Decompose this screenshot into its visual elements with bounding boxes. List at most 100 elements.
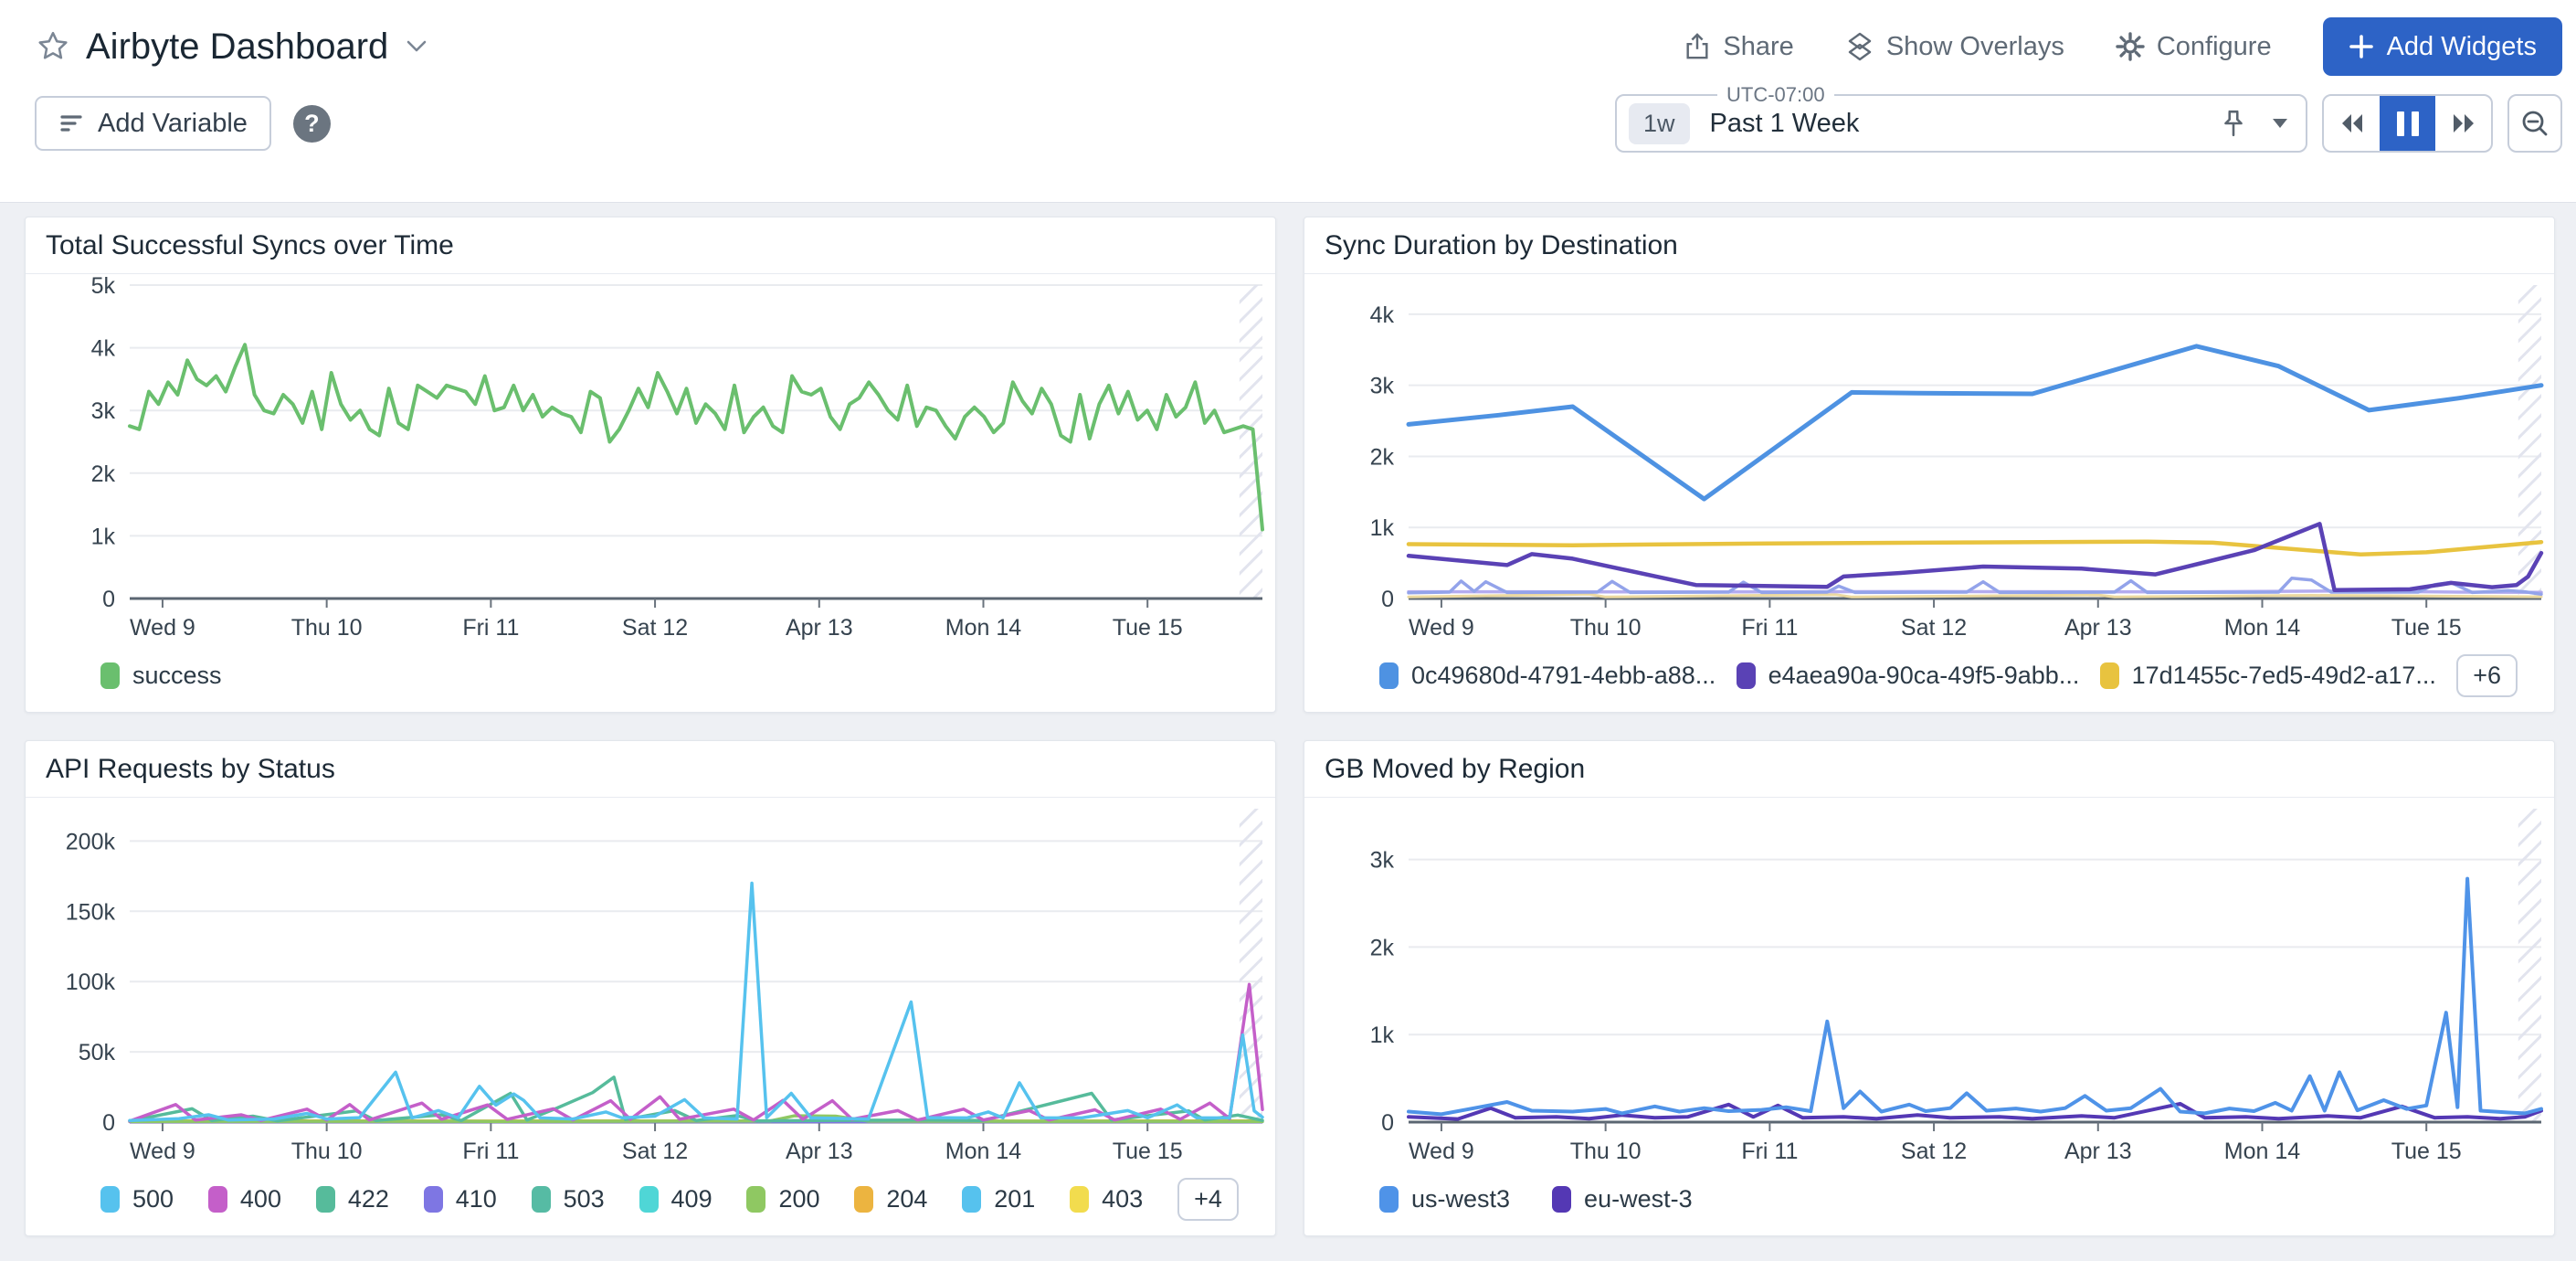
toolbar-row: Add Variable ? UTC-07:00 1w Past 1 Week xyxy=(14,93,2562,154)
legend-item[interactable]: 204 xyxy=(854,1185,927,1213)
chart-legend: 500 400 422 410 503 409 200 204 201 403 +4 xyxy=(26,1168,1275,1235)
svg-text:Mon 14: Mon 14 xyxy=(945,615,1021,641)
time-forward-button[interactable] xyxy=(2435,96,2491,151)
title-row: Airbyte Dashboard Share Show Overlays xyxy=(14,15,2562,79)
legend-item[interactable]: 400 xyxy=(208,1185,281,1213)
svg-text:4k: 4k xyxy=(1370,302,1395,328)
svg-text:200k: 200k xyxy=(66,829,116,854)
svg-text:Wed 9: Wed 9 xyxy=(130,1139,195,1164)
legend-swatch-icon xyxy=(854,1186,873,1213)
chart-canvas: 01k2k3k4kWed 9Thu 10Fri 11Sat 12Apr 13Mo… xyxy=(1304,274,2554,644)
legend-swatch-icon xyxy=(639,1186,659,1213)
legend-item[interactable]: e4aea90a-90ca-49f5-9abb... xyxy=(1737,662,2080,690)
legend-swatch-icon xyxy=(746,1186,765,1213)
legend-label: 0c49680d-4791-4ebb-a88... xyxy=(1411,662,1716,690)
favorite-star-icon[interactable] xyxy=(37,30,69,63)
legend-item[interactable]: 403 xyxy=(1070,1185,1143,1213)
add-widgets-label: Add Widgets xyxy=(2387,32,2537,62)
legend-item[interactable]: 409 xyxy=(639,1185,713,1213)
range-shortcut-chip[interactable]: 1w xyxy=(1629,103,1690,144)
chart-api-requests-by-status[interactable]: 050k100k150k200kWed 9Thu 10Fri 11Sat 12A… xyxy=(26,798,1275,1168)
chart-gb-moved-by-region[interactable]: 01k2k3kWed 9Thu 10Fri 11Sat 12Apr 13Mon … xyxy=(1304,798,2554,1168)
page-title: Airbyte Dashboard xyxy=(86,26,388,68)
chart-canvas: 050k100k150k200kWed 9Thu 10Fri 11Sat 12A… xyxy=(26,798,1275,1168)
add-widgets-button[interactable]: Add Widgets xyxy=(2323,17,2562,76)
legend-more-badge[interactable]: +4 xyxy=(1177,1178,1239,1221)
layers-diamond-icon xyxy=(1845,32,1874,61)
legend-item[interactable]: 500 xyxy=(100,1185,174,1213)
svg-text:Tue 15: Tue 15 xyxy=(2391,1139,2462,1164)
svg-text:Thu 10: Thu 10 xyxy=(1570,1139,1642,1164)
legend-label: 409 xyxy=(671,1185,713,1213)
svg-text:2k: 2k xyxy=(1370,935,1395,960)
show-overlays-button[interactable]: Show Overlays xyxy=(1845,32,2064,62)
svg-text:Apr 13: Apr 13 xyxy=(786,1139,853,1164)
legend-item[interactable]: 410 xyxy=(424,1185,497,1213)
configure-button[interactable]: Configure xyxy=(2116,32,2272,62)
legend-swatch-icon xyxy=(208,1186,227,1213)
legend-swatch-icon xyxy=(2100,662,2119,689)
legend-item[interactable]: eu-west-3 xyxy=(1552,1185,1693,1213)
show-overlays-label: Show Overlays xyxy=(1886,32,2064,62)
widget-title: Sync Duration by Destination xyxy=(1304,217,2554,274)
legend-swatch-icon xyxy=(424,1186,443,1213)
svg-text:Apr 13: Apr 13 xyxy=(2064,1139,2132,1164)
svg-text:1k: 1k xyxy=(1370,1023,1395,1048)
svg-text:0: 0 xyxy=(1381,1110,1394,1136)
svg-text:150k: 150k xyxy=(66,899,116,925)
svg-text:5k: 5k xyxy=(91,274,116,299)
legend-label: 201 xyxy=(994,1185,1035,1213)
widget-total-successful-syncs: Total Successful Syncs over Time 01k2k3k… xyxy=(25,217,1276,713)
widget-grid: Total Successful Syncs over Time 0 1k 2k 3k… xyxy=(0,203,2576,1261)
title-chevron-down-icon[interactable] xyxy=(405,38,428,55)
legend-item[interactable]: 422 xyxy=(316,1185,389,1213)
svg-text:3k: 3k xyxy=(91,398,116,424)
time-backward-button[interactable] xyxy=(2324,96,2380,151)
time-nav-group xyxy=(2322,94,2493,153)
legend-item[interactable]: 17d1455c-7ed5-49d2-a17... xyxy=(2100,662,2436,690)
chart-legend: us-west3 eu-west-3 xyxy=(1304,1168,2554,1235)
chart-total-successful-syncs[interactable]: 01k2k3k4k5kWed 9Thu 10Fri 11Sat 12Apr 13… xyxy=(26,274,1275,644)
svg-text:Sat 12: Sat 12 xyxy=(622,1139,688,1164)
legend-item[interactable]: 503 xyxy=(532,1185,605,1213)
add-variable-label: Add Variable xyxy=(98,109,248,139)
svg-text:Wed 9: Wed 9 xyxy=(1409,615,1474,641)
share-icon xyxy=(1684,32,1711,61)
series-us-west3 xyxy=(1409,879,2541,1115)
legend-item[interactable]: 200 xyxy=(746,1185,819,1213)
legend-label: 17d1455c-7ed5-49d2-a17... xyxy=(2132,662,2436,690)
pin-icon[interactable] xyxy=(2222,109,2245,138)
svg-text:Apr 13: Apr 13 xyxy=(786,615,853,641)
chart-sync-duration-by-destination[interactable]: 01k2k3k4kWed 9Thu 10Fri 11Sat 12Apr 13Mo… xyxy=(1304,274,2554,644)
add-variable-button[interactable]: Add Variable xyxy=(35,96,271,151)
pause-icon xyxy=(2397,111,2419,136)
widget-title: Total Successful Syncs over Time xyxy=(26,217,1275,274)
legend-more-badge[interactable]: +6 xyxy=(2456,654,2518,697)
legend-item[interactable]: us-west3 xyxy=(1379,1185,1510,1213)
time-pause-button[interactable] xyxy=(2380,96,2435,151)
legend-item[interactable]: 0c49680d-4791-4ebb-a88... xyxy=(1379,662,1716,690)
svg-text:2k: 2k xyxy=(91,461,116,487)
legend-swatch-icon xyxy=(1379,1186,1399,1213)
legend-label: 500 xyxy=(132,1185,174,1213)
svg-text:0: 0 xyxy=(102,1110,115,1136)
zoom-out-button[interactable] xyxy=(2507,94,2562,153)
time-range-picker[interactable]: UTC-07:00 1w Past 1 Week xyxy=(1615,94,2307,153)
svg-text:3k: 3k xyxy=(1370,848,1395,874)
svg-text:Apr 13: Apr 13 xyxy=(2064,615,2132,641)
legend-item[interactable]: 201 xyxy=(962,1185,1035,1213)
svg-text:Fri 11: Fri 11 xyxy=(1741,615,1798,641)
share-button[interactable]: Share xyxy=(1684,32,1793,62)
svg-text:3k: 3k xyxy=(1370,374,1395,399)
filter-icon xyxy=(58,111,84,136)
help-icon[interactable]: ? xyxy=(293,105,331,143)
zoom-out-icon xyxy=(2520,109,2550,138)
legend-swatch-icon xyxy=(962,1186,981,1213)
range-caret-down-icon[interactable] xyxy=(2273,119,2287,128)
timezone-label: UTC-07:00 xyxy=(1717,83,1834,107)
legend-label: 410 xyxy=(456,1185,497,1213)
series-500 xyxy=(130,884,1262,1121)
legend-item[interactable]: success xyxy=(100,662,222,690)
series-success xyxy=(130,344,1262,529)
widget-sync-duration-by-destination: Sync Duration by Destination 01k2k3k4kWe… xyxy=(1304,217,2555,713)
